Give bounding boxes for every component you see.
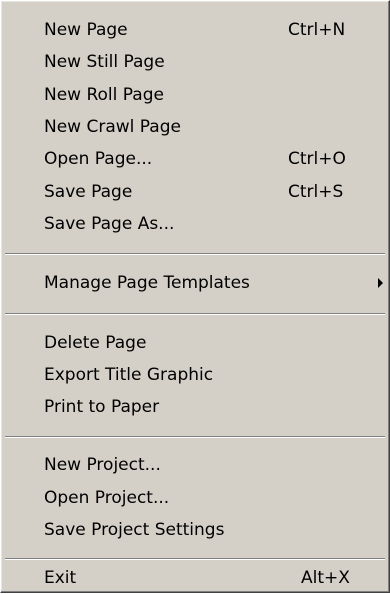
menu-item-label: Manage Page Templates: [44, 273, 250, 293]
menu-item-label: Exit: [44, 568, 77, 588]
menu-item-label: New Crawl Page: [44, 117, 181, 137]
menu-item-label: New Roll Page: [44, 85, 164, 105]
menu-item-print-to-paper[interactable]: Print to Paper: [1, 390, 389, 423]
menu-separator: [5, 253, 385, 255]
menu-item-manage-page-templates[interactable]: Manage Page Templates: [1, 266, 389, 299]
submenu-arrow-icon: [378, 278, 383, 288]
menu-item-label: Open Project...: [44, 488, 170, 508]
menu-item-save-project-settings[interactable]: Save Project Settings: [1, 513, 389, 546]
menu-item-shortcut: Ctrl+S: [288, 182, 344, 202]
menu-item-label: Open Page...: [44, 149, 153, 169]
menu-item-new-still-page[interactable]: New Still Page: [1, 45, 389, 78]
menu-item-save-page[interactable]: Save Page Ctrl+S: [1, 175, 389, 208]
menu-item-exit[interactable]: Exit Alt+X: [1, 561, 389, 594]
menu-item-label: New Project...: [44, 455, 161, 475]
menu-item-export-title-graphic[interactable]: Export Title Graphic: [1, 358, 389, 391]
menu-separator: [5, 436, 385, 438]
menu-item-label: Save Page: [44, 182, 133, 202]
menu-item-label: New Page: [44, 20, 128, 40]
menu-item-shortcut: Ctrl+O: [288, 149, 346, 169]
menu-item-open-page[interactable]: Open Page... Ctrl+O: [1, 142, 389, 175]
file-menu: New Page Ctrl+N New Still Page New Roll …: [0, 0, 390, 593]
menu-item-label: Print to Paper: [44, 397, 160, 417]
menu-item-shortcut: Ctrl+N: [288, 20, 346, 40]
menu-separator: [5, 313, 385, 315]
menu-item-label: Export Title Graphic: [44, 365, 214, 385]
menu-item-new-project[interactable]: New Project...: [1, 448, 389, 481]
menu-item-shortcut: Alt+X: [301, 568, 350, 588]
menu-item-new-roll-page[interactable]: New Roll Page: [1, 78, 389, 111]
menu-item-label: New Still Page: [44, 52, 165, 72]
menu-item-new-page[interactable]: New Page Ctrl+N: [1, 13, 389, 46]
menu-item-save-page-as[interactable]: Save Page As...: [1, 207, 389, 240]
menu-separator: [5, 558, 385, 560]
menu-item-open-project[interactable]: Open Project...: [1, 481, 389, 514]
menu-item-label: Delete Page: [44, 333, 147, 353]
menu-item-label: Save Project Settings: [44, 520, 225, 540]
menu-item-label: Save Page As...: [44, 214, 175, 234]
menu-item-delete-page[interactable]: Delete Page: [1, 326, 389, 359]
menu-item-new-crawl-page[interactable]: New Crawl Page: [1, 110, 389, 143]
